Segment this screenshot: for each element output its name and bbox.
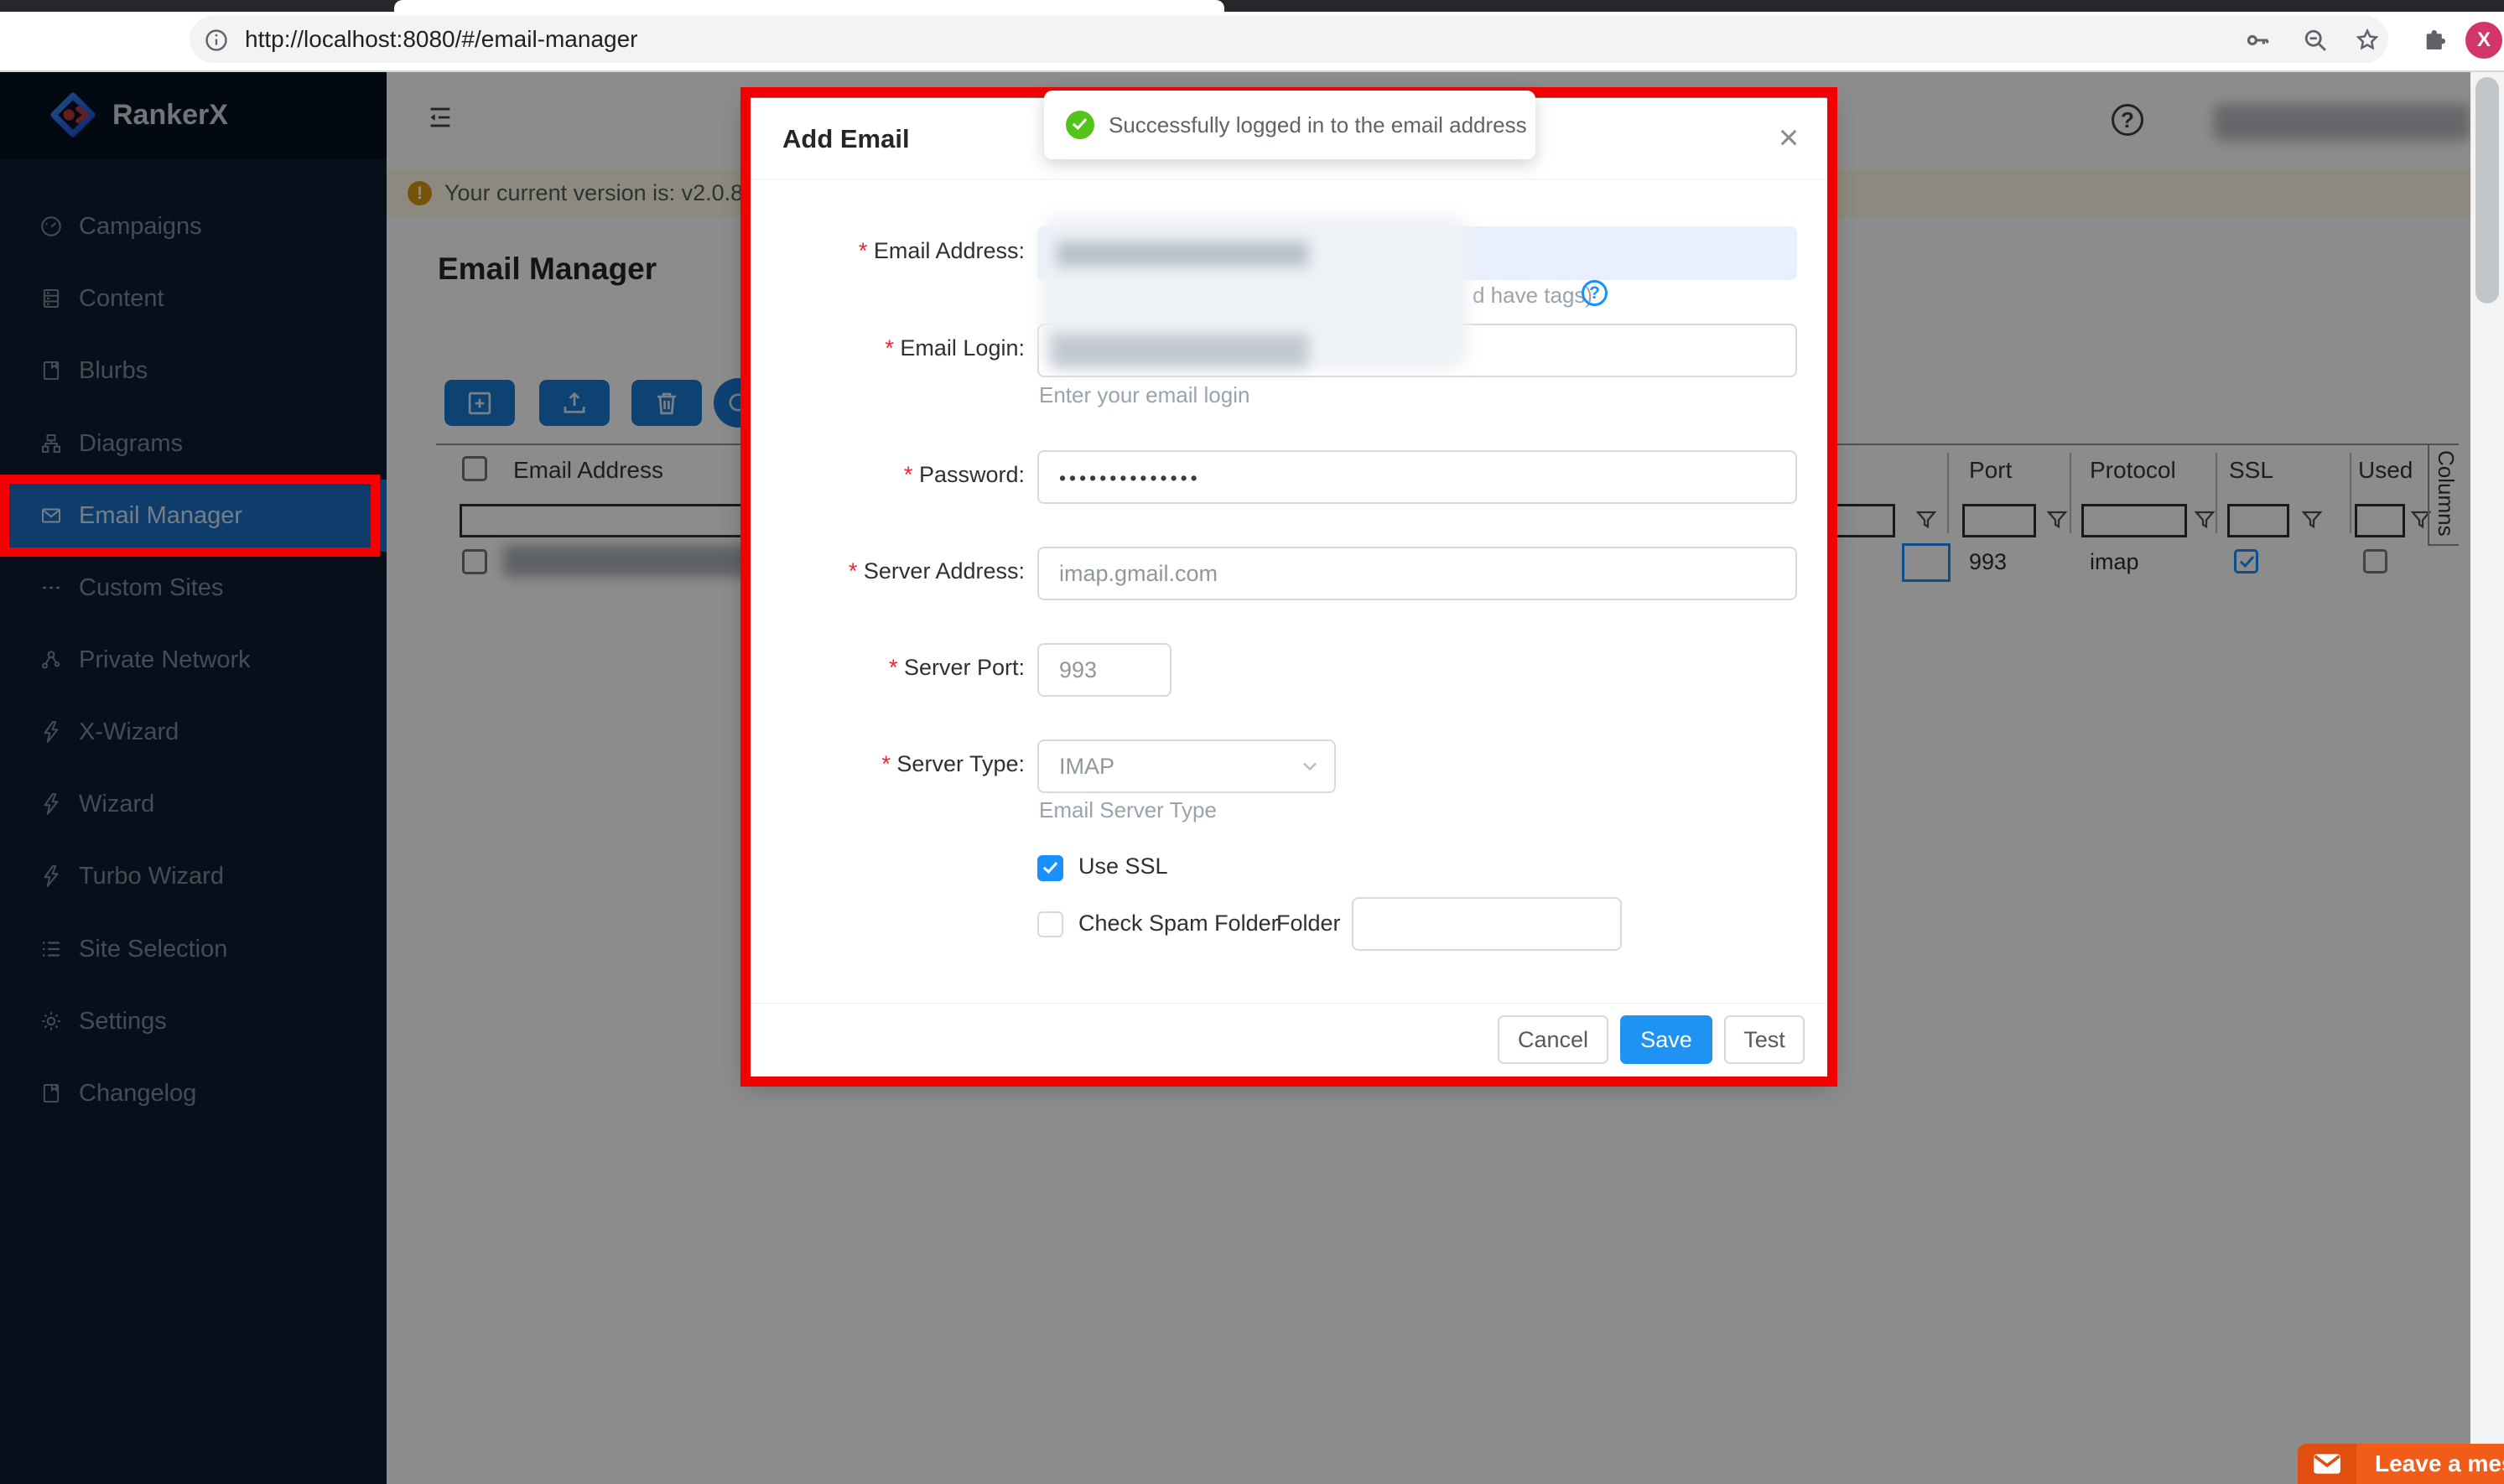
envelope-icon: [2298, 1444, 2356, 1484]
server-address-input[interactable]: imap.gmail.com: [1037, 547, 1797, 600]
server-port-input[interactable]: 993: [1037, 643, 1171, 697]
screenshot-root: http://localhost:8080/#/email-manager X …: [0, 0, 2504, 1484]
server-port-label: Server Port:: [755, 655, 1025, 685]
blurred-login-value: [1052, 334, 1308, 367]
save-button[interactable]: Save: [1620, 1015, 1712, 1064]
puzzle-extensions-icon[interactable]: [2420, 26, 2449, 54]
email-address-helper: d have tags): [1473, 282, 1592, 309]
password-input[interactable]: ••••••••••••••: [1037, 450, 1797, 504]
zoom-out-icon[interactable]: [2301, 26, 2330, 54]
server-type-label: Server Type:: [755, 751, 1025, 781]
server-port-value: 993: [1039, 645, 1170, 695]
close-icon[interactable]: ×: [1768, 117, 1810, 159]
key-icon[interactable]: [2244, 26, 2273, 54]
folder-label: Folder: [1276, 911, 1341, 937]
check-icon: [1073, 115, 1087, 130]
chevron-down-icon: [1298, 755, 1322, 778]
server-type-value: IMAP: [1039, 741, 1334, 791]
blurred-email-value: [1057, 241, 1308, 267]
modal-footer-divider: [748, 1003, 1829, 1004]
server-address-value: imap.gmail.com: [1039, 548, 1795, 599]
browser-active-tab[interactable]: [394, 0, 1224, 12]
server-type-select[interactable]: IMAP: [1037, 739, 1336, 793]
toast-message: Successfully logged in to the email addr…: [1109, 91, 1527, 159]
server-address-label: Server Address:: [755, 558, 1025, 589]
folder-input[interactable]: [1352, 897, 1622, 951]
question-circle-icon[interactable]: ?: [1582, 280, 1608, 306]
scrollbar-thumb[interactable]: [2475, 77, 2499, 304]
info-icon[interactable]: [203, 27, 230, 54]
check-spam-folder-label[interactable]: Check Spam Folder: [1078, 911, 1279, 937]
browser-profile-avatar[interactable]: X: [2465, 22, 2502, 59]
cancel-button[interactable]: Cancel: [1498, 1015, 1608, 1064]
chat-widget-label: Leave a messa: [2375, 1444, 2504, 1484]
check-icon: [1043, 859, 1057, 874]
email-login-label: Email Login:: [755, 335, 1025, 366]
browser-toolbar-divider: [0, 70, 2504, 72]
email-address-label: Email Address:: [755, 238, 1025, 268]
password-label: Password:: [755, 462, 1025, 492]
browser-tab-strip: [0, 0, 2504, 12]
success-check-icon: [1066, 111, 1094, 139]
url-text[interactable]: http://localhost:8080/#/email-manager: [245, 16, 638, 63]
password-masked-value: ••••••••••••••: [1039, 452, 1795, 504]
use-ssl-checkbox[interactable]: [1037, 855, 1063, 881]
check-spam-folder-checkbox[interactable]: [1037, 911, 1063, 937]
modal-title: Add Email: [782, 124, 910, 154]
chat-widget[interactable]: Leave a messa: [2298, 1444, 2504, 1484]
star-bookmark-icon[interactable]: [2353, 26, 2382, 54]
email-login-helper: Enter your email login: [1039, 382, 1249, 408]
server-type-helper: Email Server Type: [1039, 797, 1217, 823]
use-ssl-label[interactable]: Use SSL: [1078, 854, 1168, 880]
test-button[interactable]: Test: [1724, 1015, 1805, 1064]
